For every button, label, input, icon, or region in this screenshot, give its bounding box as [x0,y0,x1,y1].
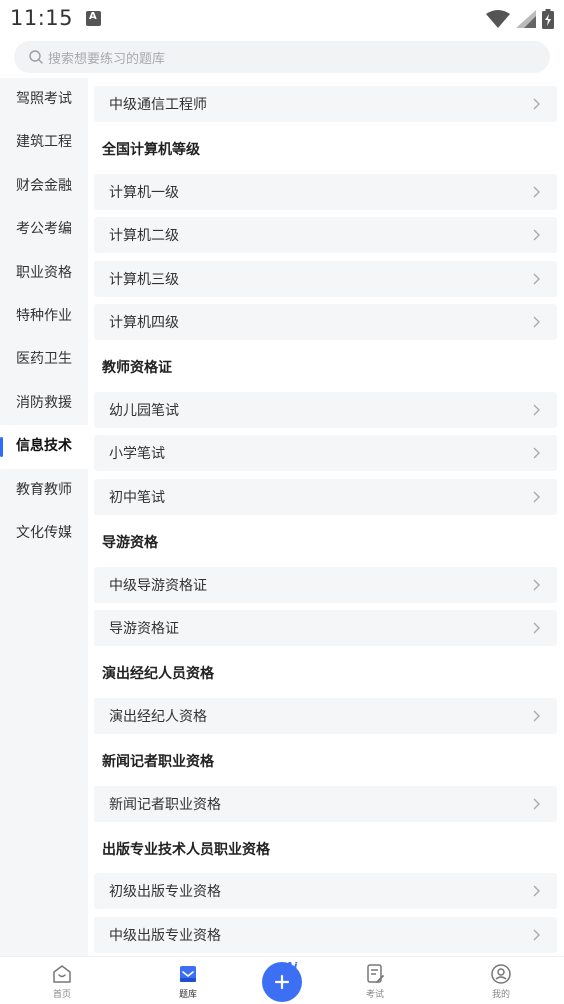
chevron-right-icon [533,929,540,941]
chevron-right-icon [533,491,540,503]
sidebar-item-fire-rescue[interactable]: 消防救援 [0,382,88,425]
chevron-right-icon [533,447,540,459]
chevron-right-icon [533,579,540,591]
list-item[interactable]: 中级通信工程师 [94,86,557,122]
question-bank-icon [180,966,196,982]
tab-exam[interactable]: 考试 [345,963,405,1000]
section-title: 全国计算机等级 [102,142,200,158]
sidebar-item-driving[interactable]: 驾照考试 [0,78,88,121]
sidebar-item-it[interactable]: 信息技术 [0,425,88,469]
chevron-right-icon [533,710,540,722]
sidebar-item-medical[interactable]: 医药卫生 [0,338,88,381]
sidebar-item-vocational[interactable]: 职业资格 [0,252,88,295]
exam-list: 中级通信工程师 全国计算机等级 计算机一级 计算机二级 计算机三级 计算机四级 … [94,78,558,956]
list-item[interactable]: 中级出版专业资格 [94,917,557,953]
chevron-right-icon [533,885,540,897]
list-item[interactable]: 计算机四级 [94,304,557,340]
chevron-right-icon [533,316,540,328]
chevron-right-icon [533,404,540,416]
sidebar-item-civil-service[interactable]: 考公考编 [0,208,88,251]
list-item[interactable]: 初中笔试 [94,479,557,515]
exam-icon [367,964,384,983]
list-item[interactable]: 演出经纪人资格 [94,698,557,734]
search-placeholder: 搜索想要练习的题库 [48,51,166,67]
list-item[interactable]: 幼儿园笔试 [94,392,557,428]
signal-icon [516,10,536,28]
notification-a-icon: A [86,11,101,26]
sidebar-item-education[interactable]: 教育教师 [0,469,88,512]
sidebar-item-culture-media[interactable]: 文化传媒 [0,512,88,555]
status-bar: 11:15 A [0,0,564,38]
search-input[interactable]: 搜索想要练习的题库 [14,41,550,73]
list-item[interactable]: 导游资格证 [94,610,557,646]
tab-mine[interactable]: 我的 [471,963,531,1000]
chevron-right-icon [533,186,540,198]
section-title: 新闻记者职业资格 [102,754,214,770]
list-item[interactable]: 小学笔试 [94,435,557,471]
tab-home[interactable]: 首页 [32,963,92,1000]
chevron-right-icon [533,798,540,810]
list-item[interactable]: 计算机二级 [94,217,557,253]
section-title: 教师资格证 [102,360,172,376]
tab-question-bank[interactable]: 题库 [158,963,218,1000]
sidebar-item-special-operations[interactable]: 特种作业 [0,295,88,338]
sidebar-item-finance[interactable]: 财会金融 [0,165,88,208]
list-item[interactable]: 新闻记者职业资格 [94,786,557,822]
search-icon [29,50,43,64]
wifi-icon [486,10,510,28]
list-item[interactable]: 中级导游资格证 [94,567,557,603]
profile-icon [491,964,511,984]
home-icon [53,965,71,983]
section-title: 演出经纪人员资格 [102,666,214,682]
category-sidebar: 驾照考试 建筑工程 财会金融 考公考编 职业资格 特种作业 医药卫生 消防救援 … [0,78,88,956]
list-item[interactable]: 初级出版专业资格 [94,873,557,909]
status-time: 11:15 [10,6,74,30]
ai-badge: Ai [285,960,298,973]
chevron-right-icon [533,273,540,285]
list-item[interactable]: 计算机一级 [94,174,557,210]
sidebar-item-construction[interactable]: 建筑工程 [0,121,88,164]
chevron-right-icon [533,98,540,110]
plus-icon [274,974,290,990]
battery-icon [542,9,554,29]
chevron-right-icon [533,229,540,241]
section-title: 出版专业技术人员职业资格 [102,842,270,858]
section-title: 导游资格 [102,535,158,551]
list-item[interactable]: 计算机三级 [94,261,557,297]
chevron-right-icon [533,622,540,634]
